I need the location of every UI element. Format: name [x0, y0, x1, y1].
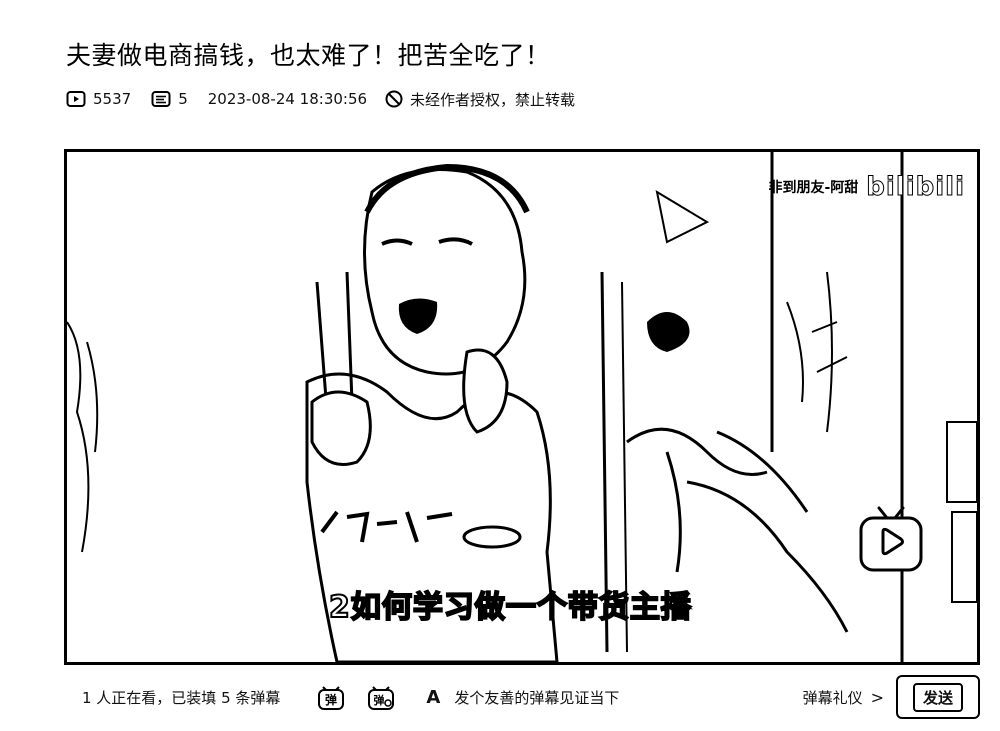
danmaku-settings-label: 弹	[374, 693, 385, 707]
forbidden-icon	[385, 90, 403, 108]
play-count-icon	[66, 91, 86, 107]
view-count-value: 5537	[93, 90, 132, 108]
view-count: 5537	[66, 90, 131, 108]
send-button-label: 发送	[912, 682, 963, 712]
watermark-author: 非到朋友-阿甜	[768, 180, 859, 196]
danmaku-toggle-button[interactable]: 弹	[316, 682, 346, 712]
danmaku-count-value: 5	[178, 90, 188, 108]
video-meta: 5537 5 2023-08-24 18:30:56 未经作者授权，禁止转载	[66, 88, 595, 110]
danmaku-count: 5	[151, 90, 188, 108]
viewer-status: 1 人正在看，已装填 5 条弹幕	[82, 688, 281, 707]
play-badge-icon[interactable]	[857, 502, 925, 576]
danmaku-count-icon	[151, 91, 171, 107]
watermark-logo: bilibili	[866, 172, 965, 203]
copyright-notice: 未经作者授权，禁止转载	[385, 89, 575, 110]
danmaku-bar: 1 人正在看，已装填 5 条弹幕 弹 弹 A 发个友善的弹幕见证当下 弹幕礼仪 …	[64, 672, 980, 722]
danmaku-input[interactable]: 发个友善的弹幕见证当下	[454, 687, 802, 708]
publish-time: 2023-08-24 18:30:56	[207, 90, 368, 108]
danmaku-settings-button[interactable]: 弹	[366, 682, 396, 712]
video-title: 夫妻做电商搞钱，也太难了！把苦全吃了！	[66, 41, 551, 70]
chevron-right-icon: >	[870, 687, 884, 707]
video-watermark: 非到朋友-阿甜 bilibili	[768, 172, 965, 203]
font-style-icon[interactable]: A	[426, 687, 440, 708]
video-player[interactable]: 非到朋友-阿甜 bilibili 2如何学习做一个带货主播	[64, 149, 980, 665]
danmaku-etiquette-link[interactable]: 弹幕礼仪 >	[803, 687, 884, 708]
danmaku-toggle-icon: 弹	[318, 686, 345, 710]
video-subtitle: 2如何学习做一个带货主播	[328, 589, 692, 626]
danmaku-settings-icon: 弹	[368, 686, 395, 710]
copyright-text: 未经作者授权，禁止转载	[410, 90, 576, 109]
danmaku-toggle-label: 弹	[325, 692, 337, 707]
send-button[interactable]: 发送	[896, 675, 980, 719]
danmaku-etiquette-label: 弹幕礼仪	[802, 688, 863, 707]
